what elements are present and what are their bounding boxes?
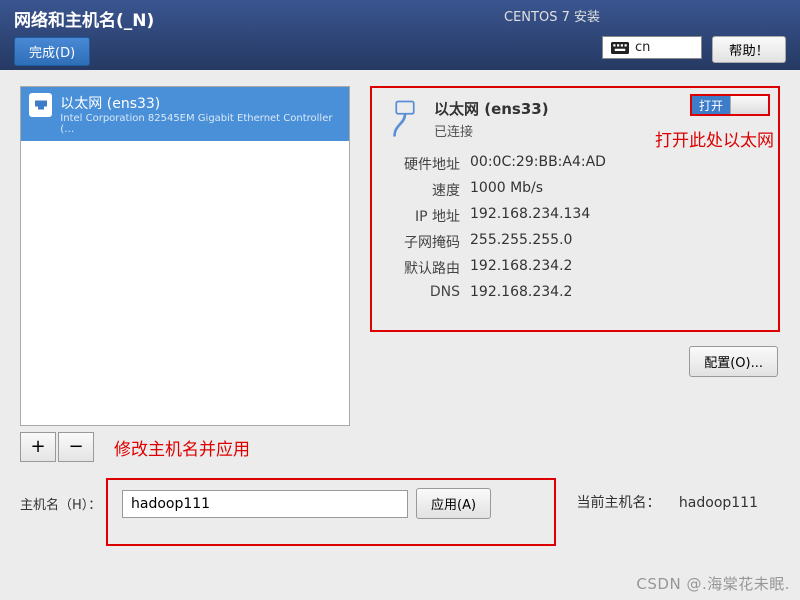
prop-row: 子网掩码 255.255.255.0: [384, 232, 766, 252]
ethernet-toggle[interactable]: 打开: [690, 94, 770, 116]
done-button[interactable]: 完成(D): [14, 37, 90, 66]
nic-list[interactable]: 以太网 (ens33) Intel Corporation 82545EM Gi…: [20, 86, 350, 426]
configure-row: 配置(O)...: [370, 346, 780, 377]
ethernet-icon: [29, 93, 52, 117]
keyboard-icon: [611, 41, 629, 55]
prop-key: 硬件地址: [384, 154, 460, 174]
apply-hostname-button[interactable]: 应用(A): [416, 488, 491, 519]
current-hostname-value: hadoop111: [679, 495, 758, 511]
prop-value: 00:0C:29:BB:A4:AD: [470, 154, 606, 174]
prop-row: 硬件地址 00:0C:29:BB:A4:AD: [384, 154, 766, 174]
current-hostname: 当前主机名： hadoop111: [576, 492, 758, 512]
nic-button-row: + − 修改主机名并应用: [20, 432, 350, 462]
nic-list-item[interactable]: 以太网 (ens33) Intel Corporation 82545EM Gi…: [21, 87, 349, 141]
prop-row: DNS 192.168.234.2: [384, 284, 766, 300]
hostname-section: 主机名（H）： 应用(A) 当前主机名： hadoop111: [20, 488, 780, 519]
prop-row: 速度 1000 Mb/s: [384, 180, 766, 200]
hostname-label: 主机名（H）：: [20, 494, 114, 513]
detail-title: 以太网 (ens33): [434, 98, 549, 119]
prop-key: DNS: [384, 284, 460, 300]
nic-item-subtitle: Intel Corporation 82545EM Gigabit Ethern…: [60, 113, 341, 135]
prop-value: 192.168.234.2: [470, 258, 572, 278]
add-nic-button[interactable]: +: [20, 432, 56, 462]
remove-nic-button[interactable]: −: [58, 432, 94, 462]
prop-key: 子网掩码: [384, 232, 460, 252]
page-title: 网络和主机名(_N): [14, 6, 786, 31]
prop-value: 192.168.234.134: [470, 206, 590, 226]
ethernet-wire-icon: [384, 98, 426, 140]
toggle-knob: [730, 96, 768, 114]
left-pane: 以太网 (ens33) Intel Corporation 82545EM Gi…: [20, 86, 350, 462]
detail-properties: 硬件地址 00:0C:29:BB:A4:AD 速度 1000 Mb/s IP 地址 1…: [384, 154, 766, 300]
toggle-on-label: 打开: [692, 96, 730, 114]
prop-row: IP 地址 192.168.234.134: [384, 206, 766, 226]
prop-key: IP 地址: [384, 206, 460, 226]
detail-status: 已连接: [434, 121, 549, 140]
annotation-modify-hostname: 修改主机名并应用: [114, 435, 250, 460]
configure-button[interactable]: 配置(O)...: [689, 346, 778, 377]
keyboard-layout-label: cn: [635, 40, 650, 55]
current-hostname-label: 当前主机名：: [576, 495, 660, 511]
prop-value: 192.168.234.2: [470, 284, 572, 300]
right-pane: 以太网 (ens33) 已连接 打开 打开此处以太网 硬件地址 00:0C:29:…: [370, 86, 780, 462]
nic-item-title: 以太网 (ens33): [60, 93, 341, 113]
detail-box: 以太网 (ens33) 已连接 打开 打开此处以太网 硬件地址 00:0C:29:…: [370, 86, 780, 332]
annotation-open-ethernet: 打开此处以太网: [655, 126, 774, 151]
help-button[interactable]: 帮助！: [712, 36, 786, 63]
installer-title: CENTOS 7 安装: [504, 6, 600, 25]
hostname-input[interactable]: [122, 490, 408, 518]
keyboard-layout-selector[interactable]: cn: [602, 36, 702, 59]
main-content: 以太网 (ens33) Intel Corporation 82545EM Gi…: [0, 70, 800, 470]
prop-key: 速度: [384, 180, 460, 200]
prop-row: 默认路由 192.168.234.2: [384, 258, 766, 278]
prop-key: 默认路由: [384, 258, 460, 278]
watermark: CSDN @.海棠花未眠.: [636, 573, 790, 594]
prop-value: 255.255.255.0: [470, 232, 572, 252]
prop-value: 1000 Mb/s: [470, 180, 543, 200]
header-bar: 网络和主机名(_N) CENTOS 7 安装 完成(D) cn 帮助！: [0, 0, 800, 70]
